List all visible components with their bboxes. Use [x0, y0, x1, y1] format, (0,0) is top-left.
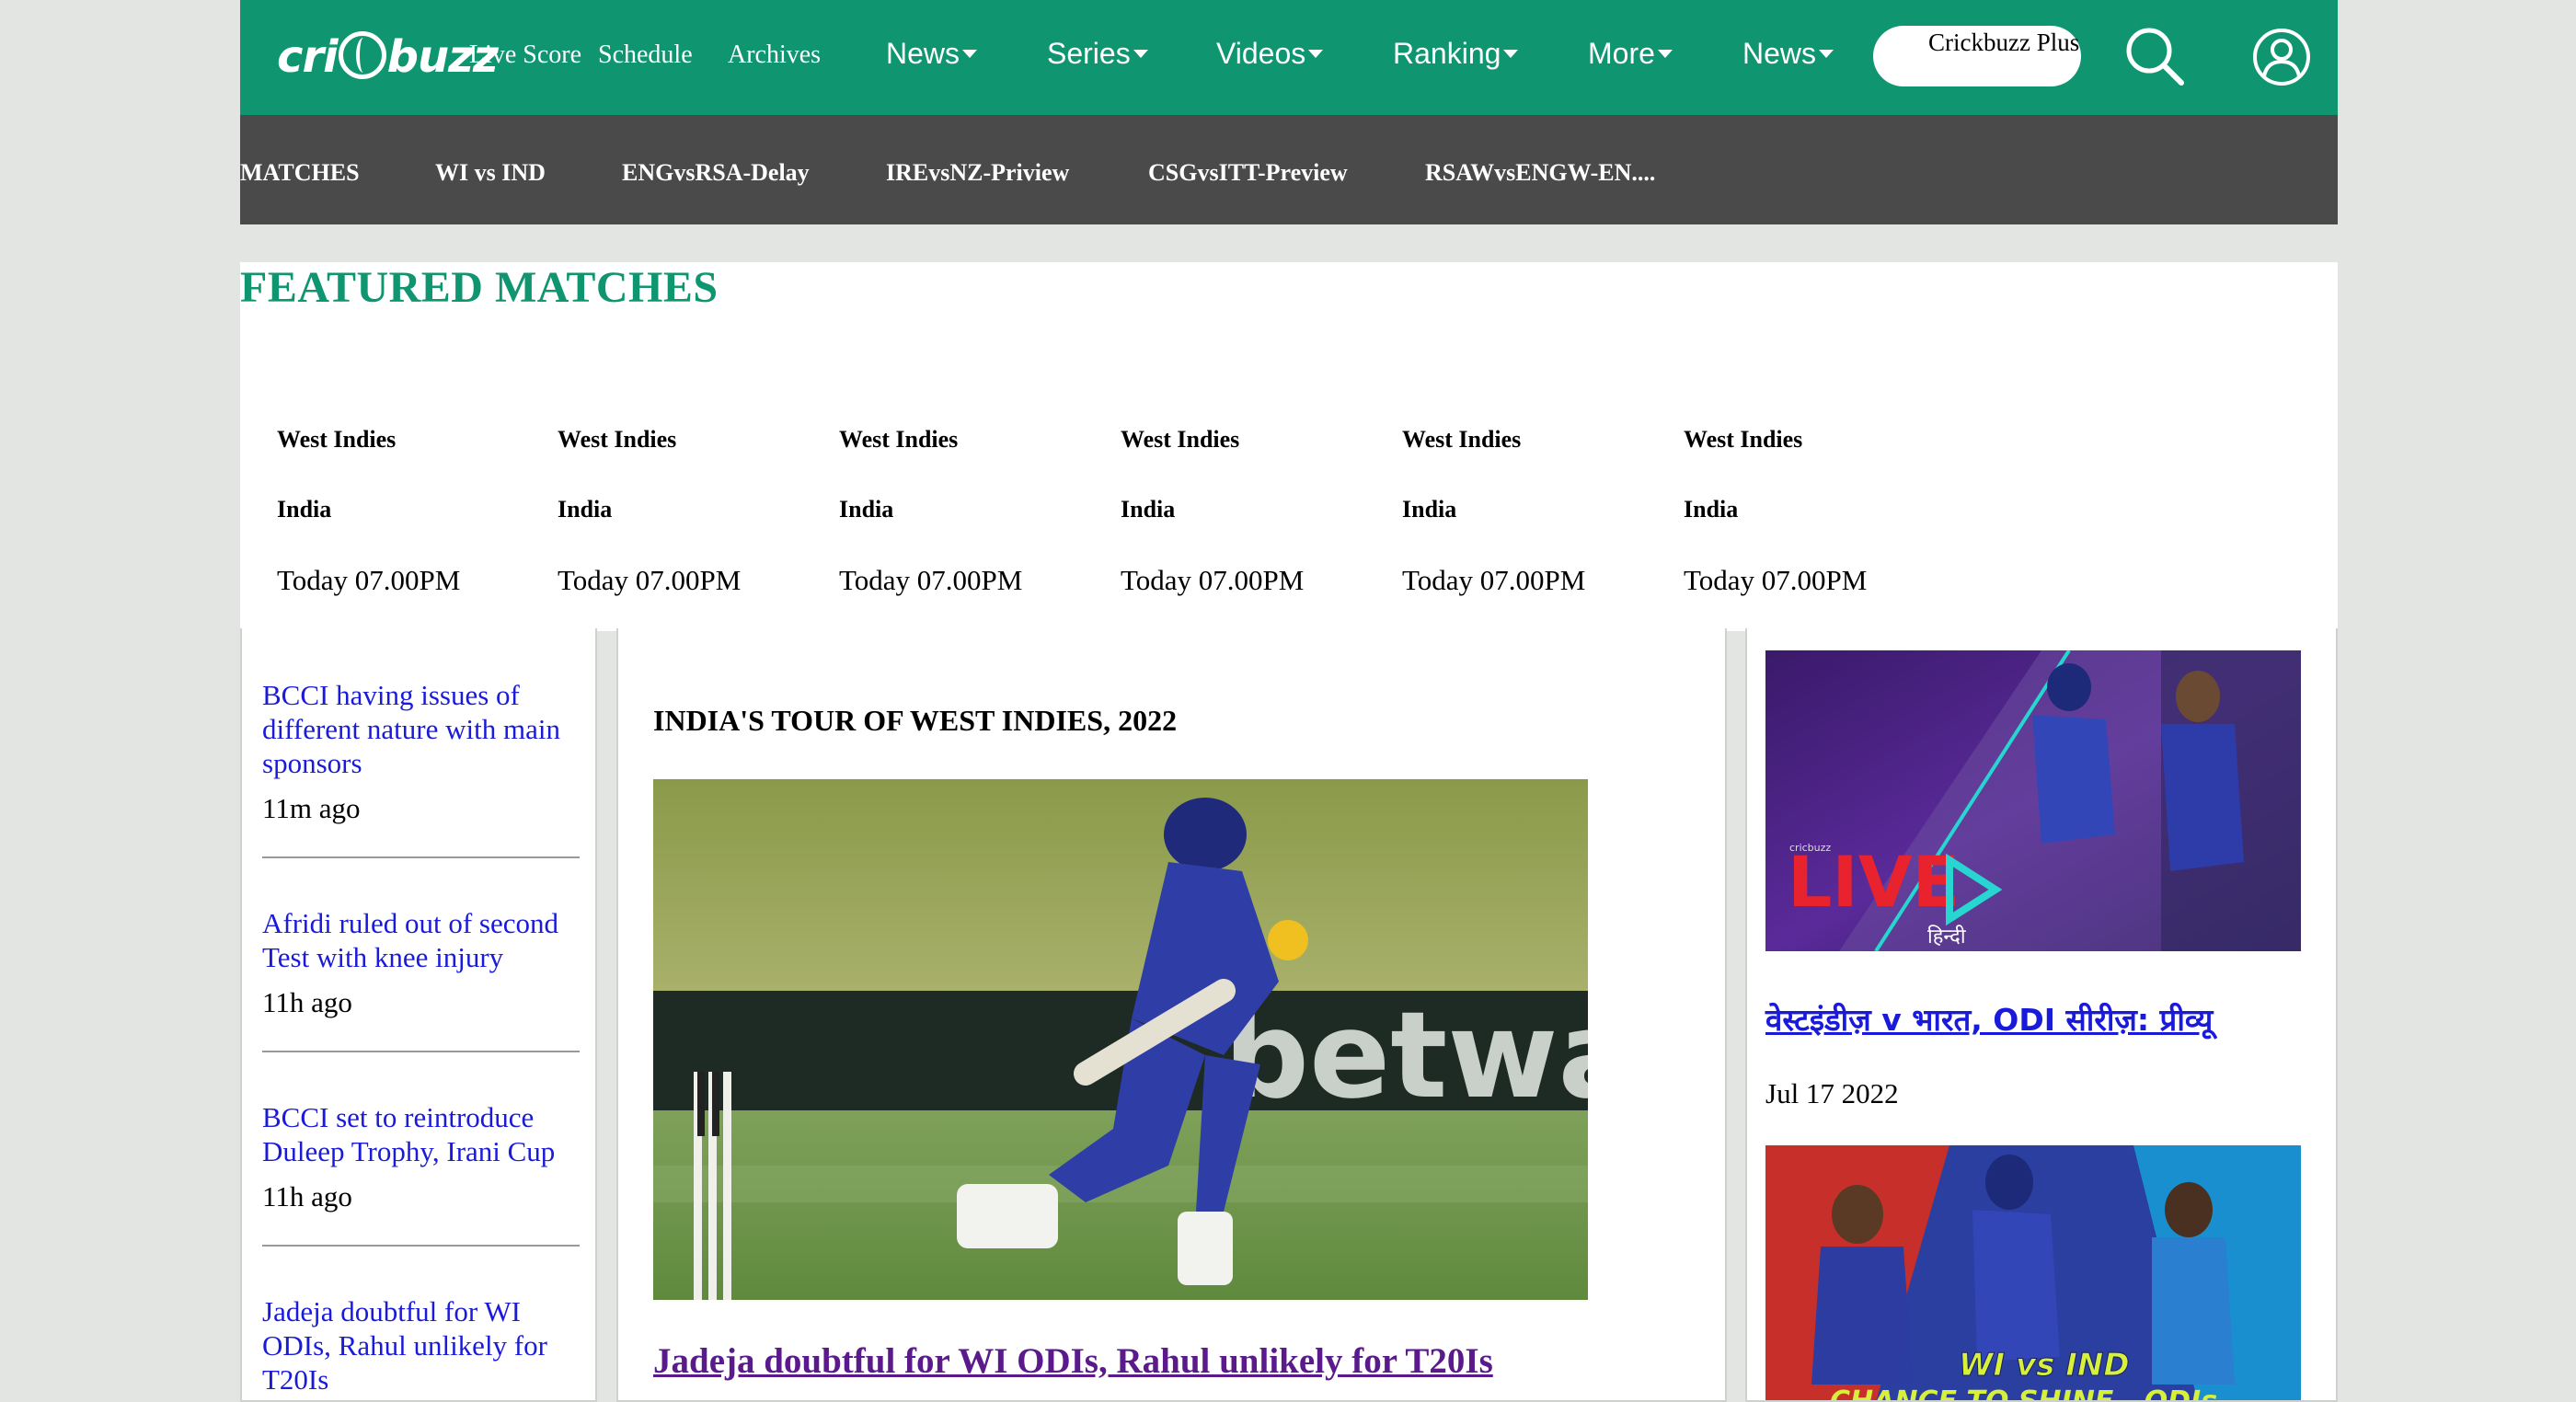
video-thumbnail[interactable]: WI vs IND CHANCE TO SHINE - ODIs [1765, 1145, 2301, 1402]
news-item: Afridi ruled out of second Test with kne… [262, 906, 580, 1052]
nav-series-label: Series [1047, 37, 1131, 70]
team1-name: West Indies [1402, 426, 1522, 453]
news-item: BCCI set to reintroduce Duleep Trophy, I… [262, 1100, 580, 1247]
match-time: Today 07.00PM [1121, 564, 1305, 596]
search-icon[interactable] [2119, 20, 2192, 94]
top-navbar: cri buzz Live Score Schedule Archives New… [240, 0, 2338, 115]
match-time: Today 07.00PM [839, 564, 1023, 596]
match-time: Today 07.00PM [277, 564, 461, 596]
story-photo[interactable]: betway [653, 779, 1588, 1300]
nav-news-label: News [886, 37, 960, 70]
video-title-link[interactable]: वेस्टइंडीज़ v भारत, ODI सीरीज़: प्रीव्यू [1765, 998, 2213, 1040]
news-item: BCCI having issues of different nature w… [262, 678, 580, 858]
nav-news-menu[interactable]: News [886, 37, 978, 71]
team2-name: India [1402, 496, 1457, 523]
team1-name: West Indies [558, 426, 677, 453]
team2-name: India [558, 496, 613, 523]
featured-matches-title: FEATURED MATCHES [240, 263, 719, 312]
nav-series-menu[interactable]: Series [1047, 37, 1148, 71]
nav-archives[interactable]: Archives [728, 40, 821, 70]
nav-news2-menu[interactable]: News [1742, 37, 1834, 71]
match-time: Today 07.00PM [1402, 564, 1586, 596]
subnav-wi-vs-ind[interactable]: WI vs IND [435, 159, 546, 187]
latest-news-column: BCCI having issues of different nature w… [240, 628, 597, 1402]
news-link[interactable]: BCCI having issues of different nature w… [262, 678, 580, 780]
nav-videos-label: Videos [1216, 37, 1306, 70]
nav-ranking-menu[interactable]: Ranking [1393, 37, 1519, 71]
crickbuzz-plus-button[interactable]: Crickbuzz Plus [1873, 26, 2081, 86]
story-headline-link[interactable]: Jadeja doubtful for WI ODIs, Rahul unlik… [653, 1340, 1493, 1382]
news-item: Jadeja doubtful for WI ODIs, Rahul unlik… [262, 1294, 580, 1396]
team2-name: India [1121, 496, 1176, 523]
nav-news2-label: News [1742, 37, 1817, 70]
cricbuzz-logo[interactable]: cri buzz [277, 20, 499, 94]
subnav-eng-vs-rsa[interactable]: ENGvsRSA-Delay [622, 159, 810, 187]
subnav-matches[interactable]: MATCHES [240, 159, 360, 187]
subnav-csg-vs-itt[interactable]: CSGvsITT-Preview [1148, 159, 1348, 187]
team1-name: West Indies [1121, 426, 1240, 453]
nav-live-score[interactable]: Live Score [469, 40, 581, 70]
news-link[interactable]: BCCI set to reintroduce Duleep Trophy, I… [262, 1100, 580, 1168]
match-time: Today 07.00PM [1684, 564, 1868, 596]
chevron-down-icon [962, 50, 978, 59]
news-time: 11h ago [262, 1180, 352, 1212]
thumb-caption-line1: WI vs IND [1959, 1347, 2130, 1384]
chevron-down-icon [1503, 50, 1519, 59]
live-badge-text: LIVE [1788, 841, 1960, 923]
news-time: 11m ago [262, 792, 361, 824]
thumb-caption-line2: CHANCE TO SHINE - ODIs [1830, 1385, 2217, 1402]
news-link[interactable]: Afridi ruled out of second Test with kne… [262, 906, 580, 974]
team1-name: West Indies [839, 426, 959, 453]
chevron-down-icon [1133, 50, 1148, 59]
team2-name: India [277, 496, 332, 523]
news-time: 11h ago [262, 986, 352, 1018]
nav-more-menu[interactable]: More [1588, 37, 1673, 71]
news-link[interactable]: Jadeja doubtful for WI ODIs, Rahul unlik… [262, 1294, 580, 1396]
nav-schedule[interactable]: Schedule [598, 40, 693, 70]
nav-ranking-label: Ranking [1393, 37, 1501, 70]
main-story-column: INDIA'S TOUR OF WEST INDIES, 2022 betway [616, 628, 1727, 1402]
team2-name: India [1684, 496, 1739, 523]
team2-name: India [839, 496, 894, 523]
subnav-rsaw-vs-engw[interactable]: RSAWvsENGW-EN.... [1425, 159, 1655, 187]
divider [262, 1245, 580, 1247]
series-title: INDIA'S TOUR OF WEST INDIES, 2022 [653, 704, 1178, 737]
team1-name: West Indies [1684, 426, 1803, 453]
chevron-down-icon [1657, 50, 1673, 59]
video-language-text: हिन्दी [1927, 925, 1966, 948]
video-thumbnail[interactable]: cricbuzz LIVE हिन्दी [1765, 650, 2301, 951]
team1-name: West Indies [277, 426, 397, 453]
match-time: Today 07.00PM [558, 564, 742, 596]
user-profile-icon[interactable] [2245, 20, 2318, 94]
featured-matches-section: FEATURED MATCHES West Indies India Today… [240, 262, 2338, 631]
match-subnav: MATCHES WI vs IND ENGvsRSA-Delay IREvsNZ… [240, 115, 2338, 224]
nav-more-label: More [1588, 37, 1655, 70]
video-date: Jul 17 2022 [1765, 1077, 1899, 1109]
subnav-ire-vs-nz[interactable]: IREvsNZ-Priview [886, 159, 1069, 187]
divider [262, 856, 580, 858]
divider [262, 1051, 580, 1052]
chevron-down-icon [1819, 50, 1834, 59]
betway-banner-text: betway [1224, 985, 1588, 1125]
nav-videos-menu[interactable]: Videos [1216, 37, 1324, 71]
chevron-down-icon [1308, 50, 1324, 59]
cricket-ball-icon [338, 31, 386, 79]
videos-column: cricbuzz LIVE हिन्दी वेस्टइंडीज़ v भारत,… [1745, 628, 2338, 1402]
